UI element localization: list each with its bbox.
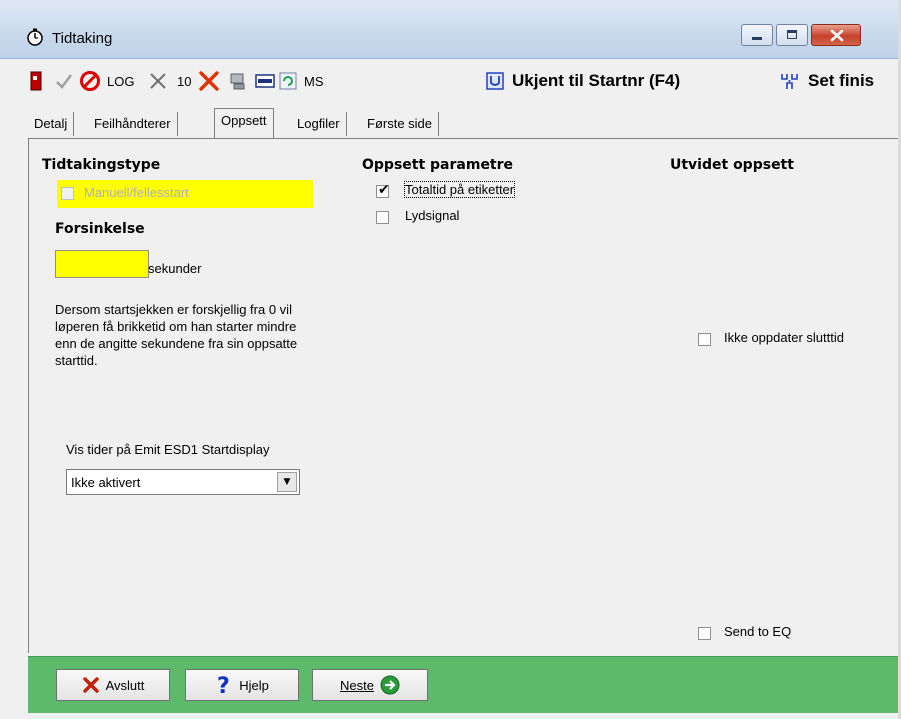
no-update-finish-checkbox[interactable] (698, 333, 711, 346)
stopwatch-icon (27, 28, 43, 46)
next-button[interactable]: Neste (312, 669, 428, 701)
manual-start-checkbox[interactable] (61, 187, 74, 200)
total-time-checkbox[interactable]: ✔ (376, 182, 390, 198)
close-button[interactable] (811, 24, 861, 46)
checkmark-icon (56, 74, 72, 89)
sound-signal-checkbox[interactable] (376, 211, 389, 224)
chevron-down-icon[interactable]: ▼ (277, 472, 297, 492)
log-button[interactable]: LOG (107, 67, 134, 95)
close-icon (830, 29, 844, 42)
set-finish-button[interactable]: Set finis (780, 67, 874, 95)
tab-detalj[interactable]: Detalj (28, 112, 75, 136)
set-finish-label: Set finis (808, 71, 875, 90)
door-icon (30, 71, 42, 91)
help-label: Hjelp (239, 677, 269, 693)
total-time-label: Totaltid på etiketter (403, 181, 516, 198)
startdisplay-label: Vis tider på Emit ESD1 Startdisplay (66, 442, 270, 457)
check-icon: ✔ (378, 182, 390, 198)
card-reader-button[interactable] (255, 67, 275, 95)
send-to-eq-label: Send to EQ (724, 624, 792, 639)
no-update-finish-label: Ikke oppdater slutttid (724, 330, 844, 345)
unknown-startnr-label: Ukjent til Startnr (F4) (512, 71, 681, 90)
tools-icon (150, 73, 166, 89)
refresh-button[interactable] (279, 67, 297, 95)
delay-seconds-input[interactable] (55, 250, 149, 278)
u-box-icon (486, 72, 504, 90)
timing-type-heading: Tidtakingstype (42, 157, 161, 173)
window-title: Tidtaking (52, 30, 113, 47)
red-x-icon (199, 71, 219, 91)
quit-label: Avslutt (105, 677, 145, 693)
settings-panel (28, 138, 901, 653)
computer-icon (230, 73, 245, 90)
main-window: Tidtaking LOG 10 MS Ukjent til Startnr (… (0, 0, 901, 719)
delete-button[interactable] (197, 67, 221, 95)
startdisplay-select[interactable]: Ikke aktivert ▼ (66, 469, 300, 495)
send-to-eq-checkbox[interactable] (698, 627, 711, 640)
startdisplay-value: Ikke aktivert (71, 475, 141, 490)
ten-button[interactable]: 10 (177, 67, 191, 95)
set-finish-icon (781, 74, 798, 89)
tab-oppsett[interactable]: Oppsett (214, 108, 274, 138)
quit-button[interactable]: Avslutt (56, 669, 170, 701)
ten-label: 10 (177, 73, 192, 89)
check-button[interactable] (55, 67, 73, 95)
network-button[interactable] (228, 67, 248, 95)
tools-button[interactable] (148, 67, 168, 95)
title-bar: Tidtaking (0, 0, 901, 59)
card-reader-icon (255, 74, 275, 88)
unknown-startnr-button[interactable]: Ukjent til Startnr (F4) (486, 67, 680, 95)
cancel-button[interactable] (79, 67, 101, 95)
seconds-label: sekunder (148, 261, 202, 276)
arrow-right-icon (380, 675, 400, 695)
next-label: Neste (340, 677, 374, 693)
bottom-button-bar: Avslutt ? Hjelp Neste (28, 656, 900, 713)
delay-info-text: Dersom startsjekken er forskjellig fra 0… (55, 302, 298, 368)
extended-setup-heading: Utvidet oppsett (670, 157, 794, 173)
setup-params-heading: Oppsett parametre (362, 157, 514, 173)
tab-feilhandterer[interactable]: Feilhåndterer (88, 112, 178, 136)
toolbar: LOG 10 MS Ukjent til Startnr (F4) Set fi… (0, 59, 901, 105)
refresh-icon (279, 72, 297, 90)
tab-forste-side[interactable]: Første side (361, 112, 440, 136)
tab-logfiler[interactable]: Logfiler (291, 112, 347, 136)
help-button[interactable]: ? Hjelp (185, 669, 299, 701)
red-x-icon (82, 677, 99, 693)
maximize-button[interactable] (776, 24, 808, 46)
minimize-button[interactable] (741, 24, 773, 46)
exit-door-button[interactable] (30, 67, 42, 95)
log-label: LOG (107, 73, 135, 89)
prohibited-icon (80, 71, 100, 91)
sound-signal-label: Lydsignal (405, 208, 460, 223)
delay-heading: Forsinkelse (55, 221, 145, 237)
ms-label: MS (304, 73, 324, 89)
manual-start-label: Manuell/fellesstart (84, 185, 189, 200)
svg-text:?: ? (217, 674, 230, 696)
help-icon: ? (217, 674, 230, 696)
ms-button[interactable]: MS (304, 67, 324, 95)
